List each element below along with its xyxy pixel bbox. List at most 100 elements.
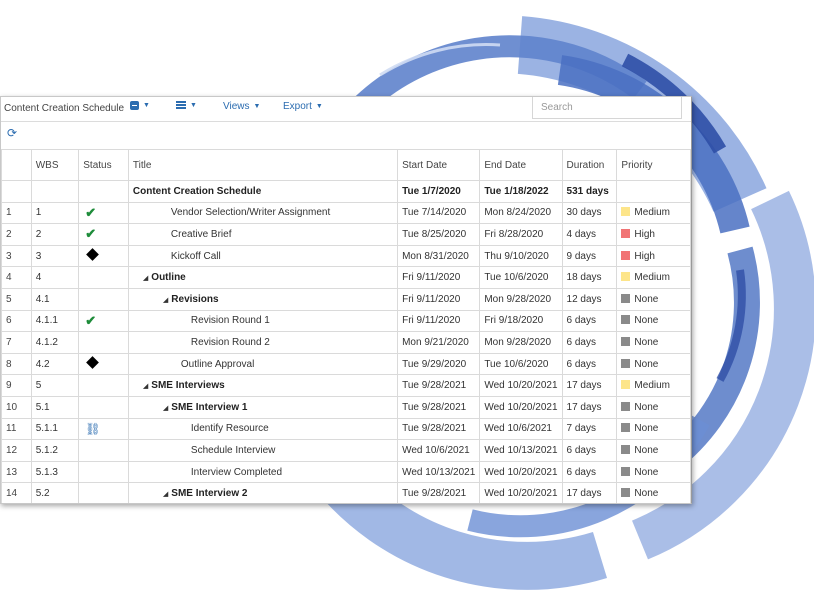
end-date-cell: Wed 10/13/2021 — [479, 439, 563, 462]
chevron-down-icon: ▼ — [143, 102, 150, 109]
duration-cell: 6 days — [561, 460, 618, 484]
column-header-wbs[interactable]: WBS — [30, 149, 80, 181]
wbs-cell: 5.1 — [30, 395, 80, 419]
row-number: 5 — [1, 287, 32, 311]
table-row[interactable]: 7 4.1.2 Revision Round 2 Mon 9/21/2020 Mon 9… — [1, 331, 691, 354]
title-cell[interactable]: Revision Round 2 — [127, 331, 399, 354]
priority-cell: Medium — [616, 201, 691, 225]
expand-toggle-icon[interactable]: ◢ — [163, 405, 168, 412]
title-cell[interactable]: ◢ SME Interviews — [127, 374, 399, 397]
title-cell[interactable]: ◢ Revisions — [127, 287, 399, 311]
title-cell[interactable]: Creative Brief — [127, 223, 399, 246]
check-icon: ✔ — [85, 204, 97, 220]
task-title: Revision Round 2 — [190, 336, 270, 348]
start-date-cell: Fri 9/11/2020 — [397, 266, 481, 289]
end-date-cell: Wed 10/20/2021 — [479, 395, 563, 419]
link-icon[interactable]: ⛓ — [85, 422, 100, 436]
list-view-button[interactable]: ▼ — [176, 101, 197, 109]
status-cell — [78, 266, 129, 289]
priority-swatch — [621, 444, 631, 454]
row-number: 11 — [1, 417, 32, 441]
duration-cell: 6 days — [561, 331, 618, 354]
start-date-cell: Tue 9/28/2021 — [397, 374, 481, 397]
column-header-duration[interactable]: Duration — [561, 149, 618, 181]
expand-toggle-icon[interactable]: ◢ — [163, 297, 168, 304]
priority-cell: None — [616, 331, 691, 354]
row-number: 14 — [1, 482, 32, 503]
row-number: 10 — [1, 395, 32, 419]
search-input[interactable]: Search — [532, 97, 682, 119]
summary-row[interactable]: Content Creation Schedule Tue 1/7/2020 T… — [1, 180, 691, 203]
table-row[interactable]: 9 5 ◢ SME Interviews Tue 9/28/2021 Wed 10/20/… — [1, 374, 691, 397]
table-row[interactable]: 3 3 Kickoff Call Mon 8/31/2020 Thu 9/10/2020… — [1, 244, 691, 268]
priority-swatch — [621, 423, 631, 433]
table-row[interactable]: 11 5.1.1 ⛓ Identify Resource Tue 9/28/2021 We… — [1, 417, 691, 441]
column-header-end-date[interactable]: End Date — [479, 149, 563, 181]
summary-title: Content Creation Schedule — [127, 180, 399, 203]
column-header-priority[interactable]: Priority — [616, 149, 691, 181]
priority-cell: Medium — [616, 374, 691, 397]
status-cell: ✔ — [78, 223, 129, 246]
column-header-title[interactable]: Title — [127, 149, 399, 181]
status-cell — [78, 395, 129, 419]
collapse-button[interactable]: ▼ — [130, 101, 150, 110]
summary-duration: 531 days — [561, 180, 618, 203]
title-cell[interactable]: ◢ SME Interview 2 — [127, 482, 399, 503]
task-title: Interview Completed — [190, 466, 283, 478]
table-row[interactable]: 5 4.1 ◢ Revisions Fri 9/11/2020 Mon 9/28/2020… — [1, 287, 691, 311]
wbs-cell: 5.1.1 — [30, 417, 80, 441]
column-header-status[interactable]: Status — [78, 149, 129, 181]
row-number: 8 — [1, 352, 32, 376]
task-title: Outline — [151, 272, 186, 284]
table-row[interactable]: 13 5.1.3 Interview Completed Wed 10/13/2021… — [1, 460, 691, 484]
status-cell — [78, 374, 129, 397]
check-icon: ✔ — [85, 312, 97, 328]
status-cell — [78, 460, 129, 484]
table-row[interactable]: 8 4.2 Outline Approval Tue 9/29/2020 Tue 10/… — [1, 352, 691, 376]
start-date-cell: Wed 10/6/2021 — [397, 439, 481, 462]
priority-swatch — [621, 488, 631, 498]
duration-cell: 12 days — [561, 287, 618, 311]
status-cell: ✔ — [78, 309, 129, 333]
title-cell[interactable]: Kickoff Call — [127, 244, 399, 268]
row-number: 6 — [1, 309, 32, 333]
priority-cell: Medium — [616, 266, 691, 289]
end-date-cell: Mon 9/28/2020 — [479, 331, 563, 354]
title-cell[interactable]: ◢ SME Interview 1 — [127, 395, 399, 419]
title-cell[interactable]: Revision Round 1 — [127, 309, 399, 333]
table-row[interactable]: 4 4 ◢ Outline Fri 9/11/2020 Tue 10/6/2020 18 d… — [1, 266, 691, 289]
title-cell[interactable]: ◢ Outline — [127, 266, 399, 289]
end-date-cell: Tue 10/6/2020 — [479, 352, 563, 376]
duration-cell: 6 days — [561, 439, 618, 462]
priority-cell: None — [616, 460, 691, 484]
table-row[interactable]: 12 5.1.2 Schedule Interview Wed 10/6/2021 We… — [1, 439, 691, 462]
refresh-icon[interactable]: ⟳ — [7, 127, 17, 139]
table-row[interactable]: 2 2 ✔ Creative Brief Tue 8/25/2020 Fri 8/28/2… — [1, 223, 691, 246]
priority-swatch — [621, 293, 631, 303]
table-row[interactable]: 10 5.1 ◢ SME Interview 1 Tue 9/28/2021 Wed 10… — [1, 395, 691, 419]
collapse-icon — [130, 101, 139, 110]
milestone-diamond-icon — [86, 248, 100, 261]
priority-swatch — [621, 401, 631, 411]
table-row[interactable]: 6 4.1.1 ✔ Revision Round 1 Fri 9/11/2020 Fri … — [1, 309, 691, 333]
table-row[interactable]: 1 1 ✔ Vendor Selection/Writer Assignment Tue… — [1, 201, 691, 225]
title-cell[interactable]: Identify Resource — [127, 417, 399, 441]
export-menu[interactable]: Export ▼ — [283, 101, 323, 112]
table-row[interactable]: 14 5.2 ◢ SME Interview 2 Tue 9/28/2021 Wed 10… — [1, 482, 691, 503]
start-date-cell: Mon 9/21/2020 — [397, 331, 481, 354]
row-number: 9 — [1, 374, 32, 397]
views-menu[interactable]: Views ▼ — [223, 101, 260, 112]
start-date-cell: Tue 9/28/2021 — [397, 395, 481, 419]
check-icon: ✔ — [85, 226, 97, 242]
expand-toggle-icon[interactable]: ◢ — [143, 275, 148, 282]
title-cell[interactable]: Schedule Interview — [127, 439, 399, 462]
title-cell[interactable]: Outline Approval — [127, 352, 399, 376]
expand-toggle-icon[interactable]: ◢ — [163, 491, 168, 498]
duration-cell: 7 days — [561, 417, 618, 441]
task-title: SME Interview 2 — [171, 488, 248, 500]
title-cell[interactable]: Vendor Selection/Writer Assignment — [127, 201, 399, 225]
column-header-start-date[interactable]: Start Date — [397, 149, 481, 181]
expand-toggle-icon[interactable]: ◢ — [143, 383, 148, 390]
wbs-cell: 4 — [30, 266, 80, 289]
title-cell[interactable]: Interview Completed — [127, 460, 399, 484]
